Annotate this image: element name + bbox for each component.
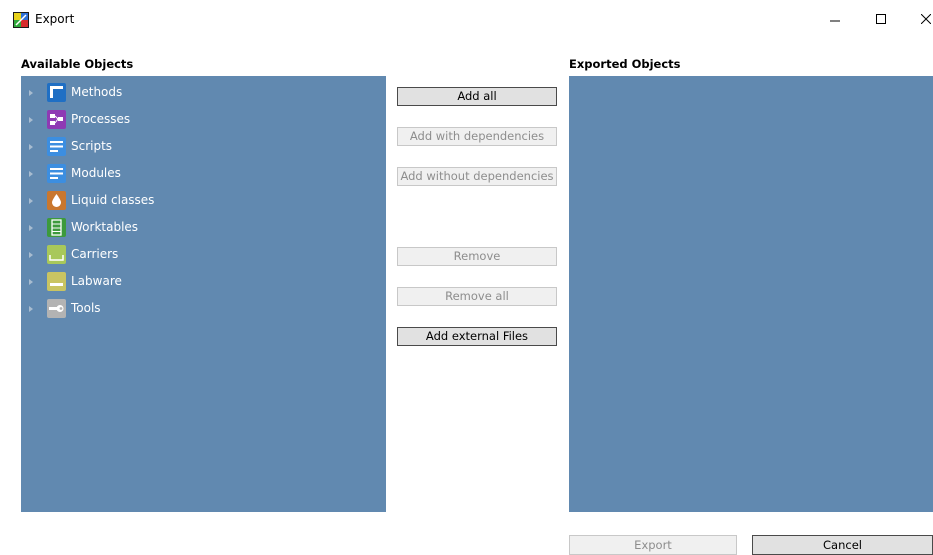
labware-icon — [47, 272, 66, 291]
app-multicolor-icon — [13, 12, 29, 28]
expand-arrow-icon[interactable] — [29, 225, 33, 231]
processes-icon — [47, 110, 66, 129]
tree-item-label: Methods — [71, 85, 123, 99]
expand-arrow-icon[interactable] — [29, 279, 33, 285]
methods-icon — [47, 83, 66, 102]
tree-item-label: Scripts — [71, 139, 113, 153]
tree-item-label: Modules — [71, 166, 121, 180]
tree-item-label: Labware — [71, 274, 122, 288]
modules-icon — [47, 164, 66, 183]
window-title: Export — [35, 12, 75, 26]
add-external-files-button[interactable]: Add external Files — [397, 327, 557, 346]
exported-objects-list[interactable] — [569, 76, 933, 512]
remove-all-button[interactable]: Remove all — [397, 287, 557, 306]
tree-item-scripts[interactable]: Scripts — [21, 135, 386, 162]
available-objects-tree[interactable]: Methods Processes Scripts Modules Liquid… — [21, 76, 386, 512]
tree-item-tools[interactable]: Tools — [21, 297, 386, 324]
title-bar: Export — [0, 0, 933, 38]
expand-arrow-icon[interactable] — [29, 171, 33, 177]
tree-item-methods[interactable]: Methods — [21, 81, 386, 108]
tree-item-label: Worktables — [71, 220, 139, 234]
expand-arrow-icon[interactable] — [29, 252, 33, 258]
exported-objects-label: Exported Objects — [569, 57, 681, 71]
tree-item-modules[interactable]: Modules — [21, 162, 386, 189]
scripts-icon — [47, 137, 66, 156]
minimize-button[interactable] — [820, 8, 850, 30]
expand-arrow-icon[interactable] — [29, 144, 33, 150]
tree-item-label: Tools — [71, 301, 101, 315]
expand-arrow-icon[interactable] — [29, 306, 33, 312]
tree-item-worktables[interactable]: Worktables — [21, 216, 386, 243]
tree-item-label: Liquid classes — [71, 193, 155, 207]
expand-arrow-icon[interactable] — [29, 198, 33, 204]
add-without-dependencies-button[interactable]: Add without dependencies — [397, 167, 557, 186]
worktable-icon — [47, 218, 66, 237]
tree-item-processes[interactable]: Processes — [21, 108, 386, 135]
tree-item-liquid-classes[interactable]: Liquid classes — [21, 189, 386, 216]
tree-item-labware[interactable]: Labware — [21, 270, 386, 297]
add-with-dependencies-button[interactable]: Add with dependencies — [397, 127, 557, 146]
expand-arrow-icon[interactable] — [29, 117, 33, 123]
add-all-button[interactable]: Add all — [397, 87, 557, 106]
tree-item-label: Processes — [71, 112, 131, 126]
export-button[interactable]: Export — [569, 535, 737, 555]
close-icon — [921, 14, 931, 24]
available-objects-label: Available Objects — [21, 57, 134, 71]
close-button[interactable] — [911, 8, 933, 30]
tree-item-carriers[interactable]: Carriers — [21, 243, 386, 270]
minimize-icon — [830, 20, 840, 22]
maximize-icon — [876, 14, 886, 24]
tools-wrench-icon — [47, 299, 66, 318]
cancel-button[interactable]: Cancel — [752, 535, 933, 555]
tree-item-label: Carriers — [71, 247, 119, 261]
liquid-drop-icon — [47, 191, 66, 210]
remove-button[interactable]: Remove — [397, 247, 557, 266]
expand-arrow-icon[interactable] — [29, 90, 33, 96]
maximize-button[interactable] — [866, 8, 896, 30]
carrier-icon — [47, 245, 66, 264]
